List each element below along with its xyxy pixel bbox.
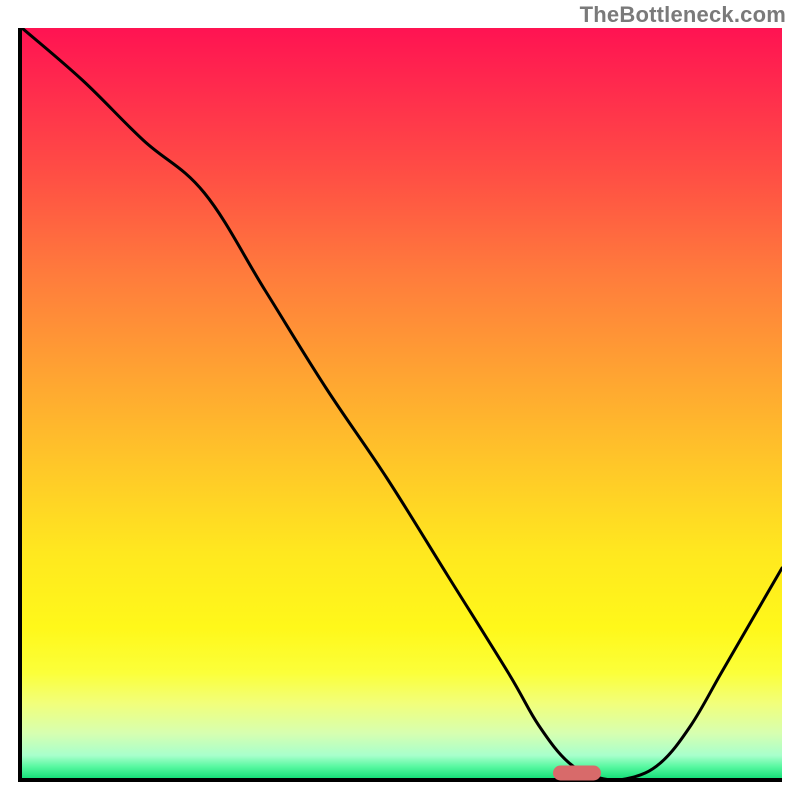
- background-gradient: [22, 28, 782, 778]
- plot-area: [18, 28, 782, 782]
- watermark-text: TheBottleneck.com: [580, 2, 786, 28]
- chart-container: TheBottleneck.com: [0, 0, 800, 800]
